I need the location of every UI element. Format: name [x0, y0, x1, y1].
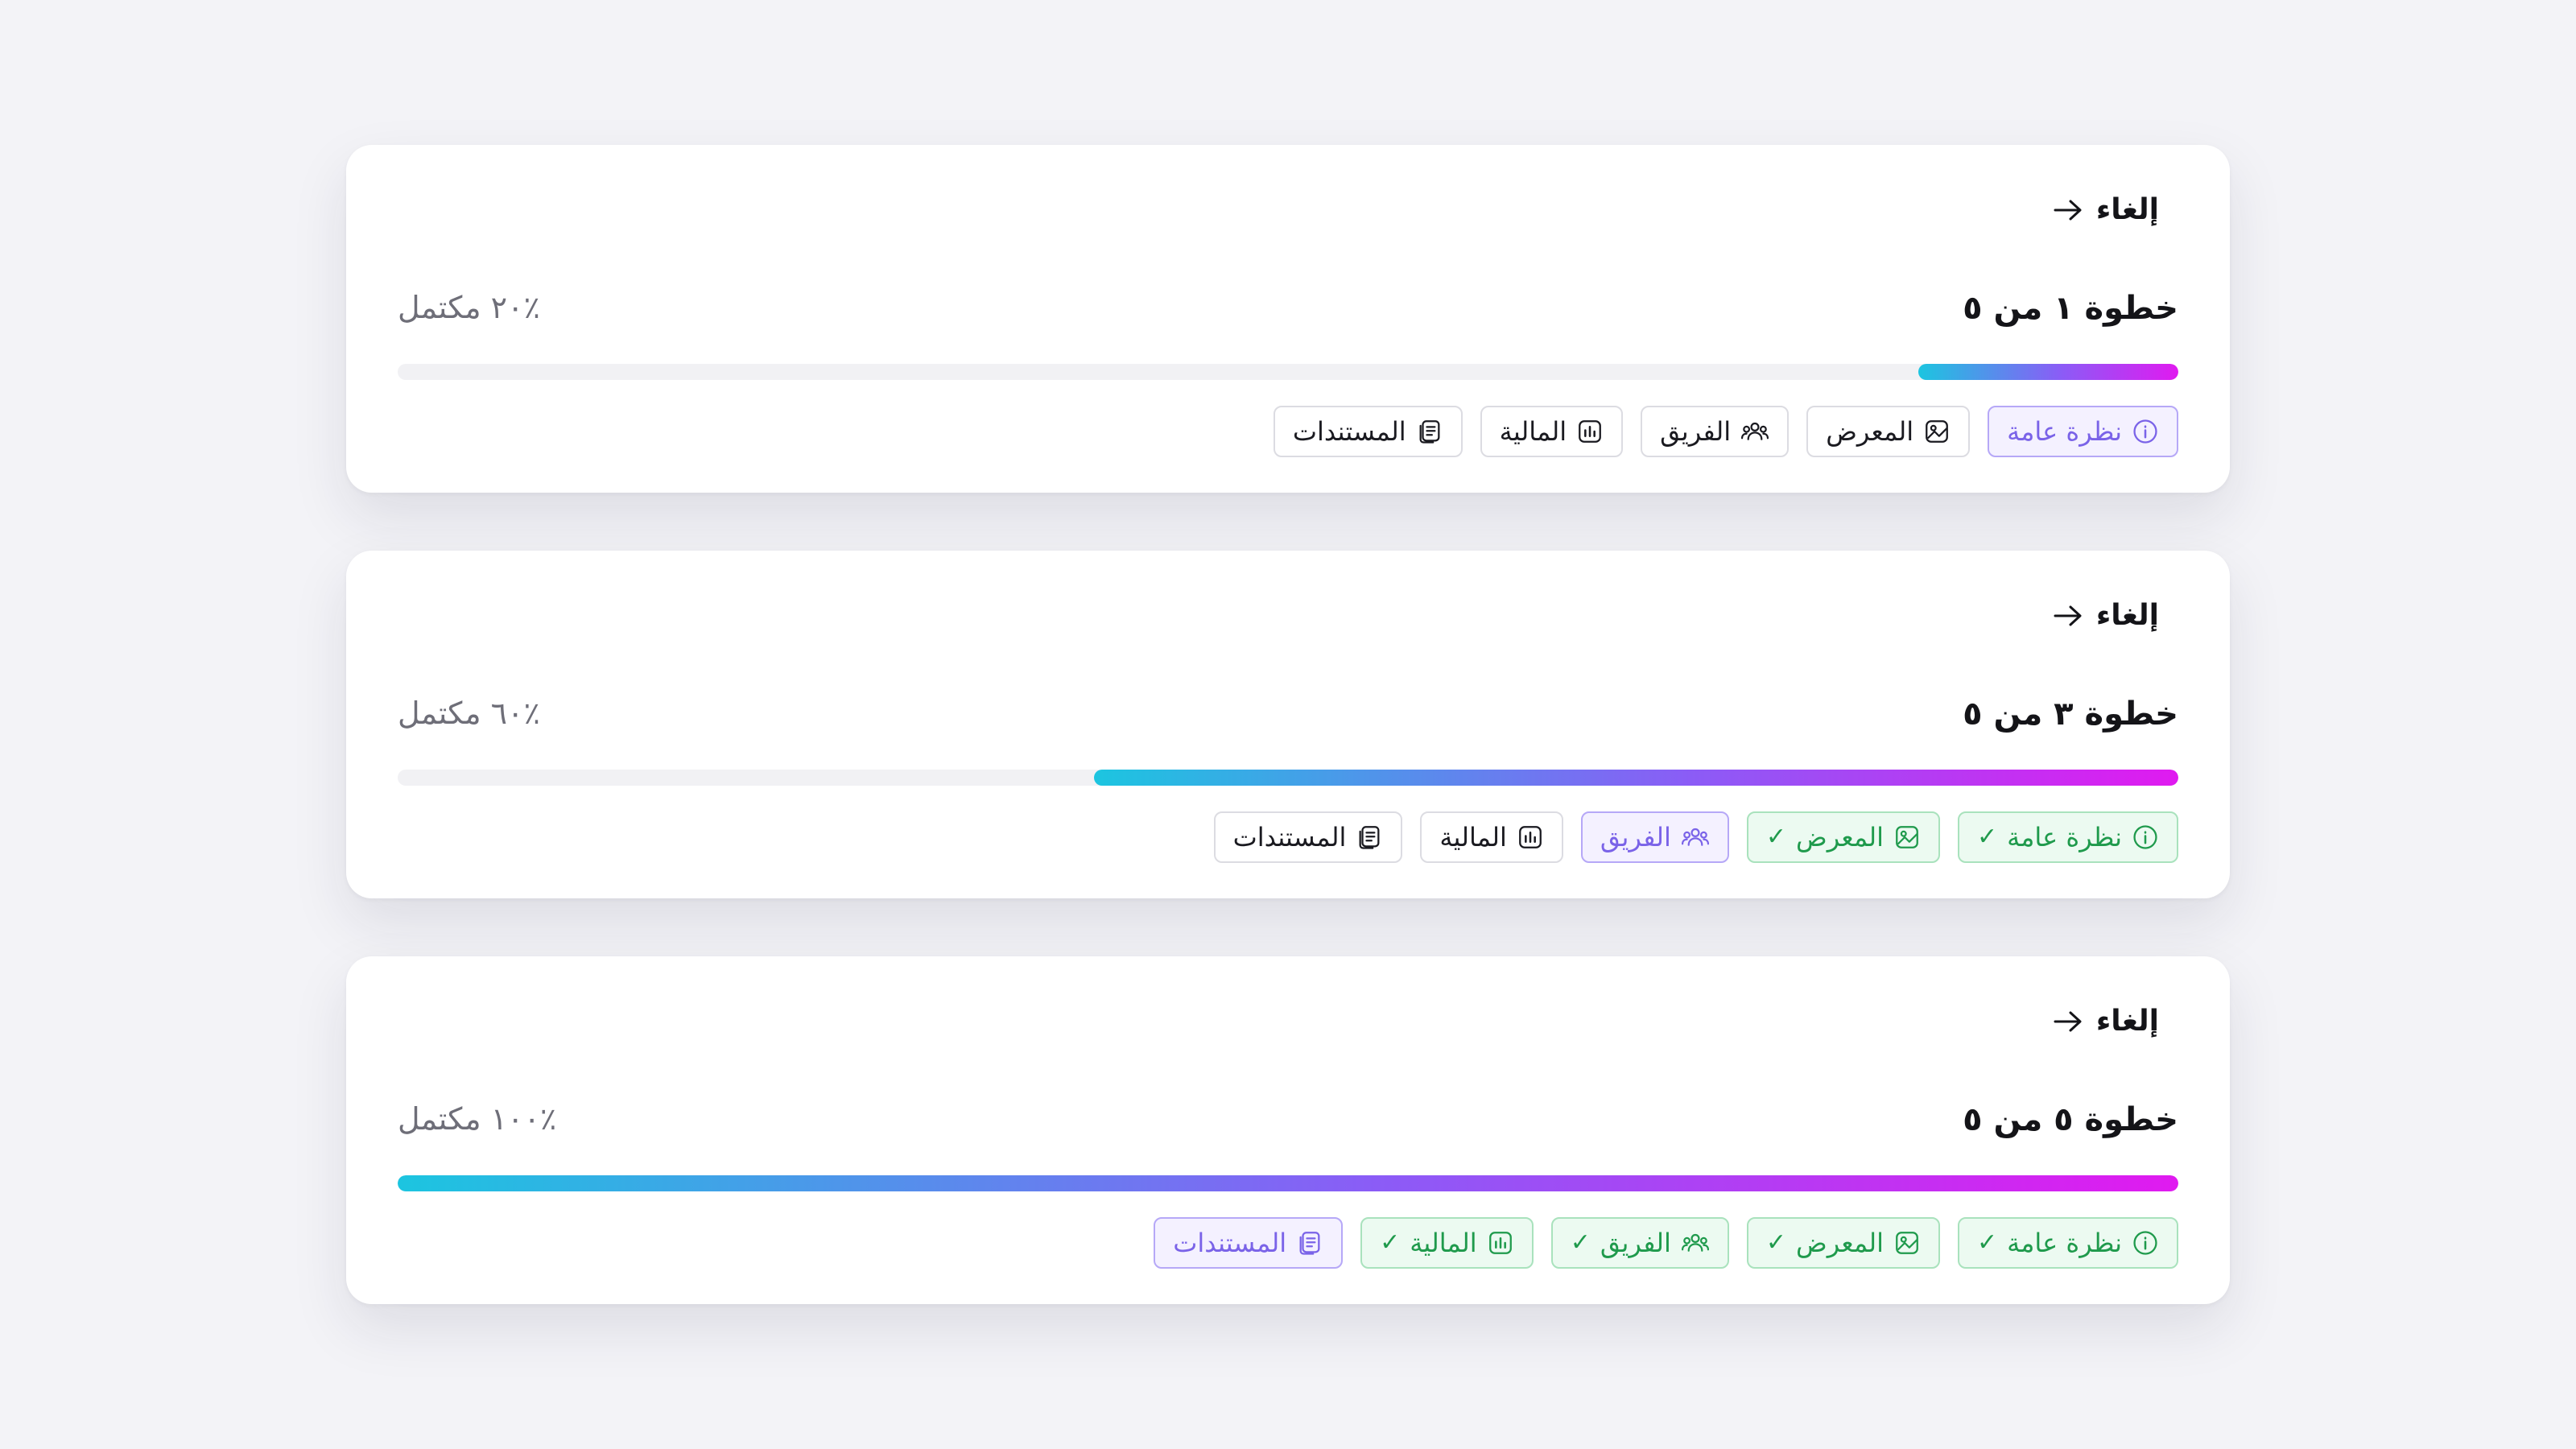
tab-team[interactable]: الفريق ✓ [1550, 1217, 1729, 1269]
gallery-icon [1893, 824, 1921, 851]
info-icon [2132, 824, 2159, 851]
percent-complete: ٪١٠٠ مكتمل [398, 1101, 557, 1137]
documents-icon [1356, 824, 1383, 851]
team-icon [1740, 418, 1769, 445]
documents-icon [1416, 418, 1443, 445]
arrow-right-icon [2053, 604, 2083, 628]
team-icon [1681, 824, 1710, 851]
info-icon [2132, 1229, 2159, 1257]
tab-label: نظرة عامة [2007, 822, 2122, 852]
arrow-right-icon [2053, 198, 2083, 222]
cancel-button[interactable]: إلغاء [2053, 1005, 2159, 1038]
progress-fill [1093, 770, 2178, 786]
step-tabs: نظرة عامة المعرض الفريق المالية المستندا… [1273, 406, 2178, 457]
progress-card-2: إلغاء خطوة ٣ من ٥ ٪٦٠ مكتمل نظرة عامة ✓ … [346, 551, 2230, 898]
percent-complete: ٪٢٠ مكتمل [398, 290, 540, 325]
cancel-button[interactable]: إلغاء [2053, 599, 2159, 632]
tab-label: المالية [1410, 1228, 1477, 1258]
check-icon: ✓ [1380, 1228, 1401, 1257]
cancel-label: إلغاء [2095, 599, 2159, 632]
tab-label: المالية [1439, 822, 1507, 852]
chart-icon [1517, 824, 1544, 851]
tab-gallery[interactable]: المعرض ✓ [1746, 811, 1940, 863]
tab-label: المستندات [1292, 416, 1406, 447]
step-tabs: نظرة عامة ✓ المعرض ✓ الفريق ✓ المالية ✓ … [1154, 1217, 2178, 1269]
documents-icon [1296, 1229, 1323, 1257]
team-icon [1681, 1229, 1710, 1257]
step-title: خطوة ٥ من ٥ [1963, 1101, 2178, 1138]
progress-track [398, 770, 2178, 786]
check-icon: ✓ [1976, 823, 1998, 851]
tab-documents[interactable]: المستندات [1273, 406, 1463, 457]
tab-finance[interactable]: المالية [1420, 811, 1563, 863]
progress-fill [1918, 364, 2178, 380]
step-title: خطوة ٣ من ٥ [1963, 696, 2178, 733]
check-icon: ✓ [1570, 1228, 1591, 1257]
tab-label: المالية [1499, 416, 1567, 447]
tab-label: الفريق [1600, 1228, 1671, 1258]
tab-label: المعرض [1796, 1228, 1884, 1258]
chart-icon [1576, 418, 1604, 445]
tab-label: نظرة عامة [2007, 416, 2122, 447]
cancel-button[interactable]: إلغاء [2053, 193, 2159, 226]
tab-label: الفريق [1600, 822, 1671, 852]
tab-label: المستندات [1173, 1228, 1287, 1258]
tab-gallery[interactable]: المعرض [1806, 406, 1971, 457]
percent-complete: ٪٦٠ مكتمل [398, 696, 540, 731]
tab-overview[interactable]: نظرة عامة ✓ [1957, 1217, 2178, 1269]
progress-card-1: إلغاء خطوة ١ من ٥ ٪٢٠ مكتمل نظرة عامة ال… [346, 145, 2230, 493]
tab-documents[interactable]: المستندات [1154, 1217, 1344, 1269]
gallery-icon [1893, 1229, 1921, 1257]
tab-finance[interactable]: المالية ✓ [1360, 1217, 1534, 1269]
check-icon: ✓ [1765, 823, 1787, 851]
chart-icon [1487, 1229, 1514, 1257]
tab-overview[interactable]: نظرة عامة ✓ [1957, 811, 2178, 863]
progress-fill [398, 1175, 2178, 1191]
tab-label: نظرة عامة [2007, 1228, 2122, 1258]
tab-team[interactable]: الفريق [1641, 406, 1790, 457]
cancel-label: إلغاء [2095, 1005, 2159, 1038]
progress-card-3: إلغاء خطوة ٥ من ٥ ٪١٠٠ مكتمل نظرة عامة ✓… [346, 956, 2230, 1304]
tab-team[interactable]: الفريق [1580, 811, 1729, 863]
tab-overview[interactable]: نظرة عامة [1988, 406, 2178, 457]
info-icon [2132, 418, 2159, 445]
check-icon: ✓ [1765, 1228, 1787, 1257]
gallery-icon [1923, 418, 1951, 445]
tab-finance[interactable]: المالية [1480, 406, 1624, 457]
tab-gallery[interactable]: المعرض ✓ [1746, 1217, 1940, 1269]
arrow-right-icon [2053, 1009, 2083, 1034]
tab-label: المستندات [1232, 822, 1347, 852]
progress-track [398, 1175, 2178, 1191]
tab-label: المعرض [1796, 822, 1884, 852]
progress-track [398, 364, 2178, 380]
tab-label: الفريق [1660, 416, 1732, 447]
step-tabs: نظرة عامة ✓ المعرض ✓ الفريق المالية المس… [1213, 811, 2178, 863]
tab-documents[interactable]: المستندات [1213, 811, 1403, 863]
tab-label: المعرض [1826, 416, 1914, 447]
check-icon: ✓ [1976, 1228, 1998, 1257]
cancel-label: إلغاء [2095, 193, 2159, 226]
step-title: خطوة ١ من ٥ [1963, 290, 2178, 327]
